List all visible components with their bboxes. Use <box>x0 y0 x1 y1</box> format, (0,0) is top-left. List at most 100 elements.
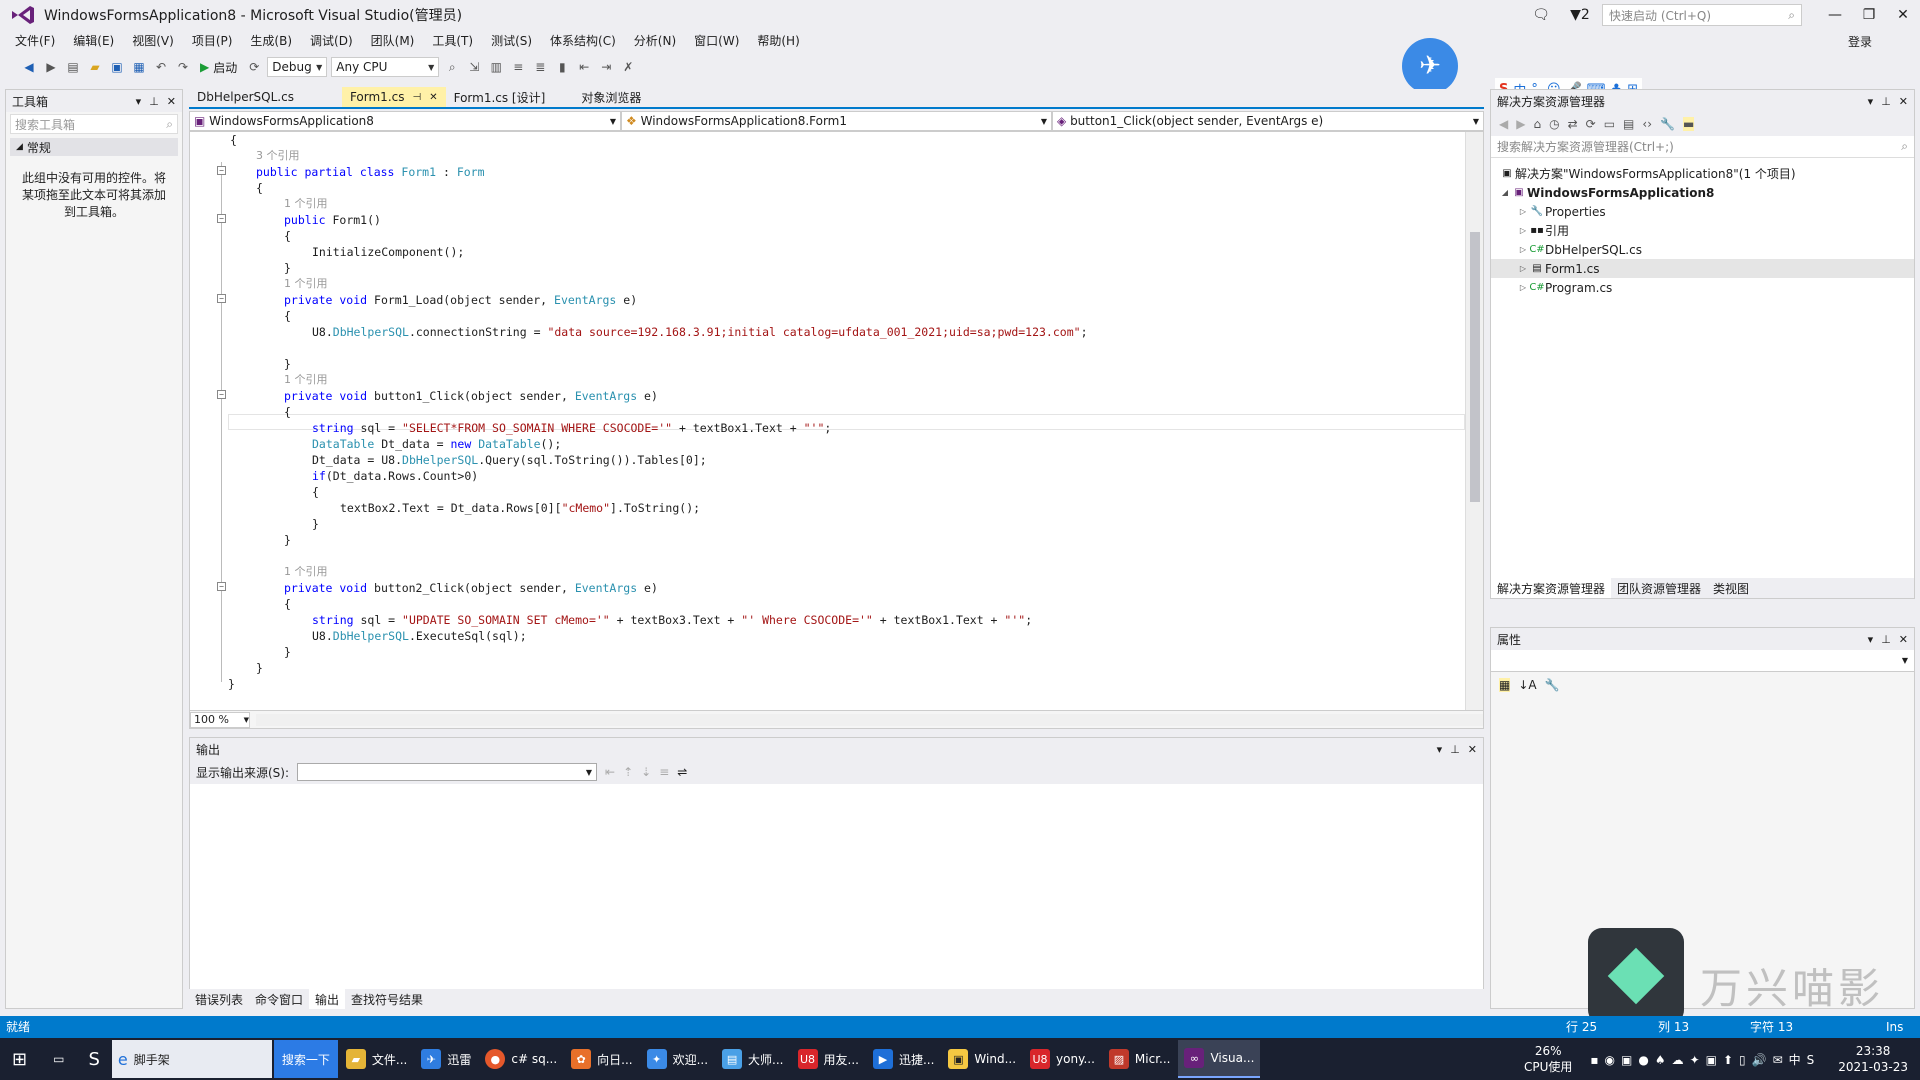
dropdown-icon[interactable]: ▾ <box>1868 633 1874 646</box>
tab-output[interactable]: 输出 <box>309 989 346 1009</box>
system-clock[interactable]: 23:38 2021-03-23 <box>1826 1043 1920 1075</box>
expanded-triangle-icon[interactable]: ◢ <box>1499 188 1511 197</box>
menu-edit[interactable]: 编辑(E) <box>64 30 123 52</box>
tab-solution-explorer[interactable]: 解决方案资源管理器 <box>1491 578 1612 598</box>
taskbar-app-xunjie[interactable]: ▶ 迅捷... <box>867 1040 940 1078</box>
taskbar-app-yonyou-2[interactable]: U8 yony... <box>1024 1040 1101 1078</box>
tab-error-list[interactable]: 错误列表 <box>189 989 249 1009</box>
taskbar-app-winforms[interactable]: ▣ Wind... <box>942 1040 1022 1078</box>
pin-icon[interactable]: ⊣ <box>412 92 421 103</box>
taskbar-app-visual-studio[interactable]: ∞ Visua... <box>1178 1040 1261 1078</box>
code-area[interactable]: { 3 个引用 − public partial class Form1 : F… <box>190 132 1465 710</box>
alphabetical-icon[interactable]: ↓A <box>1518 678 1536 692</box>
bookmark-icon[interactable]: ▮ <box>553 58 571 76</box>
project-navigation-select[interactable]: ▣ WindowsFormsApplication8 ▼ <box>189 111 621 131</box>
save-icon[interactable]: ▣ <box>108 58 126 76</box>
codelens-reference[interactable]: 1 个引用 <box>284 372 328 388</box>
collapsed-triangle-icon[interactable]: ▷ <box>1517 245 1529 254</box>
back-icon[interactable]: ◀ <box>1499 117 1508 131</box>
taskbar-app-welcome[interactable]: ✦ 欢迎... <box>641 1040 714 1078</box>
tree-item-program[interactable]: ▷ C# Program.cs <box>1491 278 1914 297</box>
menu-analyze[interactable]: 分析(N) <box>625 30 685 52</box>
solution-config-select[interactable]: Debug ▼ <box>267 57 328 77</box>
find-message-icon[interactable]: ⇤ <box>605 765 615 779</box>
forward-icon[interactable]: ▶ <box>42 58 60 76</box>
toolbox-search-input[interactable]: 搜索工具箱 ⌕ <box>10 114 178 134</box>
sogou-taskbar-button[interactable]: S <box>78 1040 109 1078</box>
close-tab-icon[interactable]: ✕ <box>429 92 437 103</box>
menu-test[interactable]: 测试(S) <box>482 30 541 52</box>
collapsed-triangle-icon[interactable]: ▷ <box>1517 264 1529 273</box>
menu-project[interactable]: 项目(P) <box>183 30 242 52</box>
property-pages-icon[interactable]: 🔧 <box>1545 678 1560 692</box>
fold-toggle-icon[interactable]: − <box>217 214 226 223</box>
find-in-files-icon[interactable]: ⌕ <box>443 58 461 76</box>
editor-horizontal-scrollbar[interactable] <box>256 713 1483 726</box>
taskbar-app-xunlei[interactable]: ✈ 迅雷 <box>415 1040 477 1078</box>
word-wrap-icon[interactable]: ⇌ <box>677 765 687 779</box>
fold-toggle-icon[interactable]: − <box>217 582 226 591</box>
save-all-icon[interactable]: ▦ <box>130 58 148 76</box>
quick-launch-input[interactable]: 快速启动 (Ctrl+Q) ⌕ <box>1602 4 1802 26</box>
preview-icon[interactable]: ▬ <box>1682 117 1695 131</box>
tree-item-properties[interactable]: ▷ 🔧 Properties <box>1491 202 1914 221</box>
toolbox-group-general[interactable]: ◢ 常规 <box>10 138 178 156</box>
pin-icon[interactable]: ⊥ <box>1881 95 1891 108</box>
zoom-level-select[interactable]: 100 % ▼ <box>190 711 250 728</box>
tree-project[interactable]: ◢ ▣ WindowsFormsApplication8 <box>1491 183 1914 202</box>
solution-search-input[interactable]: 搜索解决方案资源管理器(Ctrl+;) ⌕ <box>1491 136 1914 158</box>
tree-item-form1[interactable]: ▷ ▤ Form1.cs <box>1491 259 1914 278</box>
solution-platform-select[interactable]: Any CPU ▼ <box>331 57 440 77</box>
menu-window[interactable]: 窗口(W) <box>685 30 748 52</box>
menu-view[interactable]: 视图(V) <box>123 30 183 52</box>
close-icon[interactable]: ✕ <box>167 95 176 108</box>
collapsed-triangle-icon[interactable]: ▷ <box>1517 226 1529 235</box>
prev-message-icon[interactable]: ⇡ <box>623 765 633 779</box>
fold-toggle-icon[interactable]: − <box>217 390 226 399</box>
taskbar-app-firefox[interactable]: ● c# sq... <box>479 1040 563 1078</box>
class-navigation-select[interactable]: ❖ WindowsFormsApplication8.Form1 ▼ <box>621 111 1052 131</box>
pin-icon[interactable]: ⊥ <box>149 95 159 108</box>
start-button[interactable]: ⊞ <box>0 1040 39 1078</box>
restore-button[interactable]: ❐ <box>1852 0 1886 30</box>
task-view-button[interactable]: ▭ <box>41 1040 76 1078</box>
clear-all-icon[interactable]: ≡ <box>659 765 669 779</box>
editor-vertical-scrollbar[interactable] <box>1465 132 1483 710</box>
tree-solution-root[interactable]: ▣ 解决方案"WindowsFormsApplication8"(1 个项目) <box>1491 164 1914 183</box>
tab-find-symbol-results[interactable]: 查找符号结果 <box>345 989 429 1009</box>
floating-bird-app-icon[interactable]: ✈ <box>1402 38 1458 94</box>
comment-icon[interactable]: ≡ <box>509 58 527 76</box>
scrollbar-thumb[interactable] <box>1470 232 1480 502</box>
menu-team[interactable]: 团队(M) <box>362 30 424 52</box>
tab-class-view[interactable]: 类视图 <box>1707 578 1755 598</box>
pin-icon[interactable]: ⊥ <box>1881 633 1891 646</box>
history-icon[interactable]: ◷ <box>1549 117 1559 131</box>
pin-icon[interactable]: ⊥ <box>1450 743 1460 756</box>
close-icon[interactable]: ✕ <box>1899 633 1908 646</box>
minimize-button[interactable]: — <box>1818 0 1852 30</box>
tab-team-explorer[interactable]: 团队资源管理器 <box>1611 578 1707 598</box>
login-link[interactable]: 登录 <box>1848 33 1872 50</box>
refresh-icon[interactable]: ⟳ <box>1586 117 1596 131</box>
collapse-all-icon[interactable]: ▭ <box>1604 117 1615 131</box>
menu-help[interactable]: 帮助(H) <box>748 30 808 52</box>
search-go-button[interactable]: 搜索一下 <box>273 1040 338 1078</box>
refresh-icon[interactable]: ⟳ <box>245 58 263 76</box>
menu-debug[interactable]: 调试(D) <box>301 30 362 52</box>
cpu-usage-widget[interactable]: 26% CPU使用 <box>1512 1043 1584 1075</box>
undo-icon[interactable]: ↶ <box>152 58 170 76</box>
next-bookmark-icon[interactable]: ⇥ <box>597 58 615 76</box>
notifications-button[interactable]: ▼ 2 <box>1558 0 1602 30</box>
new-project-icon[interactable]: ▤ <box>64 58 82 76</box>
dropdown-icon[interactable]: ▾ <box>1437 743 1443 756</box>
dropdown-icon[interactable]: ▾ <box>136 95 142 108</box>
taskbar-app-dashi[interactable]: ▤ 大师... <box>716 1040 789 1078</box>
tab-form1-design[interactable]: Form1.cs [设计] <box>446 87 554 107</box>
redo-icon[interactable]: ↷ <box>174 58 192 76</box>
codelens-reference[interactable]: 1 个引用 <box>284 196 328 212</box>
properties-object-select[interactable]: ▼ <box>1491 650 1914 672</box>
collapsed-triangle-icon[interactable]: ▷ <box>1517 283 1529 292</box>
taskbar-app-yonyou[interactable]: U8 用友... <box>792 1040 865 1078</box>
menu-tools[interactable]: 工具(T) <box>423 30 482 52</box>
sync-icon[interactable]: ⇄ <box>1568 117 1578 131</box>
